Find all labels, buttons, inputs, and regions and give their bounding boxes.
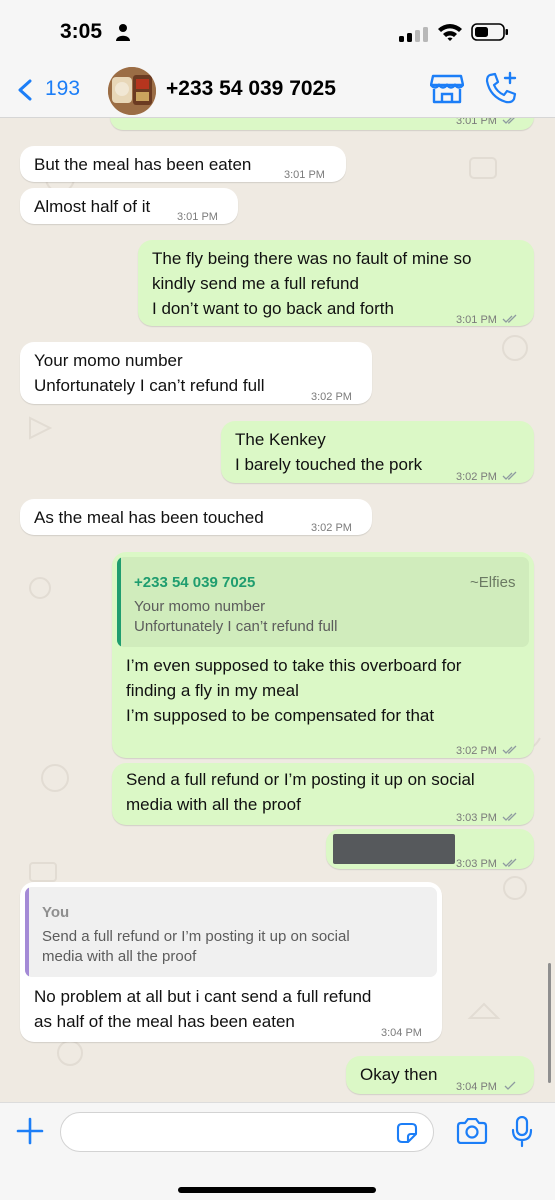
message-time: 3:04 PM bbox=[381, 1027, 422, 1039]
camera-icon[interactable] bbox=[456, 1118, 488, 1144]
message-bubble-outgoing[interactable]: 3:01 PM bbox=[110, 118, 534, 130]
quote-bar bbox=[25, 887, 29, 977]
single-check-icon bbox=[504, 1081, 516, 1090]
status-time: 3:05 bbox=[60, 20, 103, 43]
home-indicator bbox=[178, 1187, 376, 1193]
message-time: 3:01 PM bbox=[456, 118, 497, 127]
message-text: I’m even supposed to take this overboard… bbox=[126, 656, 462, 725]
message-bubble-incoming[interactable]: As the meal has been touched 3:02 PM bbox=[20, 499, 372, 535]
redacted-content bbox=[333, 834, 455, 864]
quote-text: Send a full refund or I’m posting it up … bbox=[42, 928, 350, 965]
back-count[interactable]: 193 bbox=[45, 77, 80, 101]
avatar[interactable] bbox=[108, 67, 156, 115]
double-check-icon bbox=[502, 745, 517, 754]
call-add-icon[interactable] bbox=[484, 71, 518, 105]
person-icon bbox=[116, 24, 130, 41]
message-text: But the meal has been eaten bbox=[34, 155, 252, 174]
sticker-icon[interactable] bbox=[395, 1121, 419, 1145]
quote-bar bbox=[117, 557, 121, 647]
message-time: 3:02 PM bbox=[311, 522, 352, 534]
status-bar: 3:05 bbox=[0, 0, 555, 62]
message-bubble-incoming-reply[interactable]: You Send a full refund or I’m posting it… bbox=[20, 882, 442, 1042]
message-bubble-outgoing[interactable]: Okay then 3:04 PM bbox=[346, 1056, 534, 1094]
quote-text: Your momo number Unfortunately I can’t r… bbox=[134, 598, 338, 635]
message-time: 3:01 PM bbox=[456, 314, 497, 326]
double-check-icon bbox=[502, 812, 517, 821]
message-text: Send a full refund or I’m posting it up … bbox=[126, 770, 475, 814]
message-meta: 3:03 PM bbox=[456, 852, 518, 877]
double-check-icon bbox=[502, 471, 517, 480]
message-bubble-outgoing[interactable]: Send a full refund or I’m posting it up … bbox=[112, 763, 534, 825]
scroll-indicator[interactable] bbox=[548, 963, 551, 1083]
plus-icon[interactable] bbox=[16, 1117, 44, 1145]
message-text: Your momo number Unfortunately I can’t r… bbox=[34, 351, 265, 395]
message-meta: 3:02 PM bbox=[456, 465, 518, 490]
message-bubble-incoming[interactable]: Almost half of it 3:01 PM bbox=[20, 188, 238, 224]
message-meta: 3:01 PM bbox=[456, 308, 518, 333]
message-time: 3:02 PM bbox=[456, 471, 497, 483]
message-input[interactable] bbox=[60, 1112, 434, 1152]
chat-header: 193 +233 54 039 7025 bbox=[0, 62, 555, 118]
quote-author: You bbox=[42, 904, 70, 921]
message-meta: 3:01 PM bbox=[456, 118, 518, 134]
message-text: The Kenkey I barely touched the pork bbox=[235, 430, 423, 474]
message-time: 3:03 PM bbox=[456, 858, 497, 870]
message-text: As the meal has been touched bbox=[34, 508, 264, 527]
message-time: 3:01 PM bbox=[177, 211, 218, 223]
message-bubble-outgoing-reply[interactable]: +233 54 039 7025 ~Elfies Your momo numbe… bbox=[112, 552, 534, 758]
message-time: 3:01 PM bbox=[284, 169, 325, 181]
message-meta: 3:02 PM bbox=[456, 739, 518, 764]
wifi-icon bbox=[438, 24, 462, 41]
message-text: No problem at all but i cant send a full… bbox=[34, 987, 372, 1031]
mic-icon[interactable] bbox=[511, 1116, 533, 1148]
contact-name[interactable]: +233 54 039 7025 bbox=[166, 77, 336, 101]
back-chevron-icon[interactable] bbox=[17, 79, 33, 101]
message-bubble-incoming[interactable]: But the meal has been eaten 3:01 PM bbox=[20, 146, 346, 182]
message-text: Almost half of it bbox=[34, 197, 151, 216]
double-check-icon bbox=[502, 858, 517, 867]
quote-alias: ~Elfies bbox=[470, 574, 516, 591]
message-meta: 3:04 PM bbox=[456, 1075, 518, 1100]
battery-icon bbox=[471, 23, 508, 41]
message-time: 3:02 PM bbox=[311, 391, 352, 403]
store-icon[interactable] bbox=[430, 73, 464, 105]
double-check-icon bbox=[502, 314, 517, 323]
message-time: 3:03 PM bbox=[456, 812, 497, 824]
message-bubble-incoming[interactable]: Your momo number Unfortunately I can’t r… bbox=[20, 342, 372, 404]
quote-author: +233 54 039 7025 bbox=[134, 574, 256, 591]
message-bubble-outgoing[interactable]: The fly being there was no fault of mine… bbox=[138, 240, 534, 326]
input-bar bbox=[0, 1102, 555, 1200]
message-text: The fly being there was no fault of mine… bbox=[152, 249, 472, 318]
message-bubble-outgoing[interactable]: 3:03 PM bbox=[326, 829, 534, 870]
message-meta: 3:03 PM bbox=[456, 806, 518, 831]
quoted-message[interactable]: +233 54 039 7025 ~Elfies Your momo numbe… bbox=[117, 557, 529, 647]
message-time: 3:02 PM bbox=[456, 745, 497, 757]
quoted-message[interactable]: You Send a full refund or I’m posting it… bbox=[25, 887, 437, 977]
message-text: Okay then bbox=[360, 1065, 438, 1084]
chat-area[interactable]: 3:01 PM But the meal has been eaten 3:01… bbox=[0, 118, 555, 1102]
signal-icon bbox=[399, 26, 429, 42]
message-time: 3:04 PM bbox=[456, 1081, 497, 1093]
message-bubble-outgoing[interactable]: The Kenkey I barely touched the pork 3:0… bbox=[221, 421, 534, 483]
double-check-icon bbox=[502, 118, 515, 124]
